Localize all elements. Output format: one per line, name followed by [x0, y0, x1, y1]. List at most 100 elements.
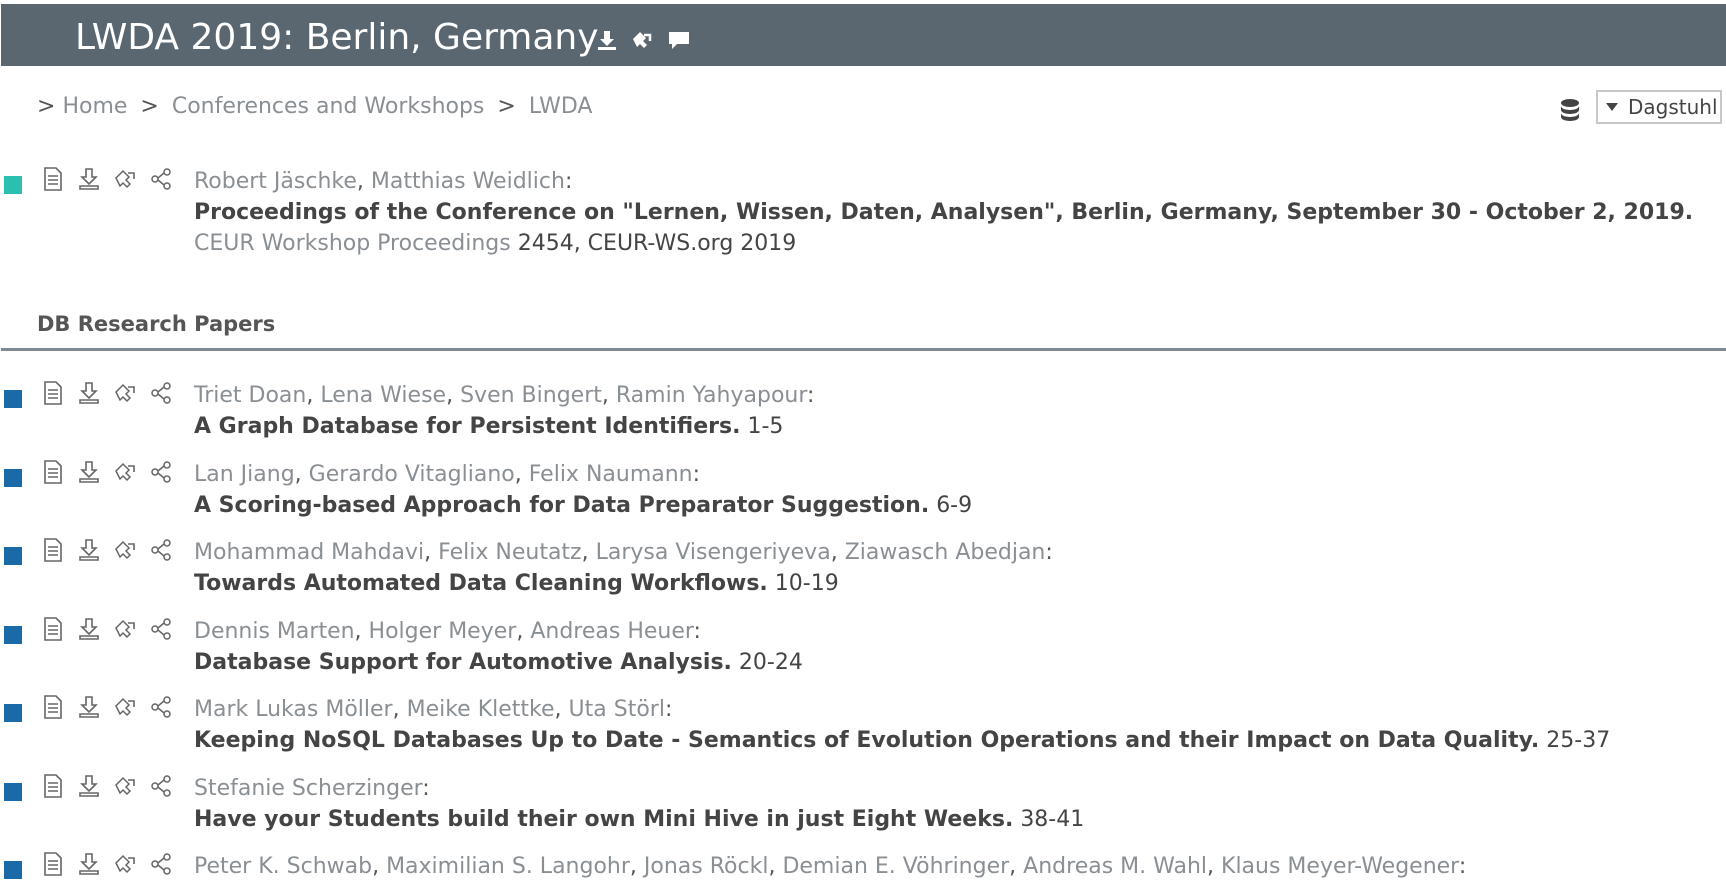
author-link[interactable]: Uta Störl [569, 697, 665, 722]
entry-content: Stefanie Scherzinger: Have your Students… [194, 773, 1696, 835]
document-icon[interactable] [41, 851, 65, 877]
entry-citation: Towards Automated Data Cleaning Workflow… [194, 568, 1696, 599]
mirror-select[interactable]: Dagstuhl [1596, 90, 1722, 124]
entry-pages: 10-19 [774, 571, 839, 596]
breadcrumb-home[interactable]: Home [62, 94, 127, 119]
share-icon[interactable] [149, 851, 173, 877]
entry-title: Have your Students build their own Mini … [194, 806, 1014, 832]
entry-authors: Robert Jäschke, Matthias Weidlich: [194, 169, 573, 194]
export-icon[interactable] [113, 537, 137, 563]
entry-authors: Triet Doan, Lena Wiese, Sven Bingert, Ra… [194, 383, 815, 408]
author-link[interactable]: Robert Jäschke [194, 169, 357, 194]
entry-content: Lan Jiang, Gerardo Vitagliano, Felix Nau… [194, 459, 1696, 521]
entry-title: A Scoring-based Approach for Data Prepar… [194, 492, 930, 518]
entry-pages: 20-24 [738, 649, 803, 675]
export-icon[interactable] [113, 380, 137, 406]
header-icons [593, 28, 693, 52]
section-title: DB Research Papers [37, 312, 276, 336]
entry-citation: A Scoring-based Approach for Data Prepar… [194, 490, 1696, 521]
export-icon[interactable] [113, 694, 137, 720]
share-icon[interactable] [149, 537, 173, 563]
download-icon[interactable] [77, 773, 101, 799]
author-link[interactable]: Maximilian S. Langohr [386, 854, 630, 879]
export-icon[interactable] [113, 616, 137, 642]
entry-authors: Peter K. Schwab, Maximilian S. Langohr, … [194, 854, 1467, 879]
share-icon[interactable] [149, 459, 173, 485]
author-link[interactable]: Jonas Röckl [644, 854, 769, 879]
download-icon[interactable] [77, 616, 101, 642]
entry-content: Dennis Marten, Holger Meyer, Andreas Heu… [194, 616, 1696, 678]
entry-citation: A Graph Database for Persistent Identifi… [194, 411, 1696, 442]
download-icon[interactable] [77, 537, 101, 563]
entry-pages: 1-5 [747, 414, 784, 439]
author-link[interactable]: Felix Naumann [529, 462, 693, 487]
author-link[interactable]: Peter K. Schwab [194, 854, 372, 879]
share-icon[interactable] [149, 773, 173, 799]
author-link[interactable]: Triet Doan [194, 383, 306, 408]
export-icon[interactable] [113, 459, 137, 485]
document-icon[interactable] [41, 694, 65, 720]
database-icon[interactable] [1559, 98, 1581, 126]
author-link[interactable]: Demian E. Vöhringer [782, 854, 1009, 879]
entry-pages: 38-41 [1020, 806, 1085, 832]
proceedings-marker [4, 176, 22, 194]
bibtex-icon[interactable] [629, 28, 657, 52]
author-link[interactable]: Larysa Visengeriyeva [596, 540, 831, 565]
download-icon[interactable] [77, 459, 101, 485]
author-link[interactable]: Ziawasch Abedjan [845, 540, 1046, 565]
author-link[interactable]: Stefanie Scherzinger [194, 776, 422, 801]
author-link[interactable]: Gerardo Vitagliano [309, 462, 515, 487]
entry-content: Peter K. Schwab, Maximilian S. Langohr, … [194, 851, 1696, 882]
author-link[interactable]: Ramin Yahyapour [616, 383, 807, 408]
author-link[interactable]: Meike Klettke [407, 697, 555, 722]
author-link[interactable]: Holger Meyer [369, 619, 517, 644]
document-icon[interactable] [41, 537, 65, 563]
entry-actions [41, 694, 173, 720]
author-link[interactable]: Klaus Meyer-Wegener [1221, 854, 1459, 879]
author-link[interactable]: Mohammad Mahdavi [194, 540, 424, 565]
document-icon[interactable] [41, 166, 65, 192]
author-link[interactable]: Matthias Weidlich [371, 169, 565, 194]
author-link[interactable]: Lena Wiese [320, 383, 446, 408]
download-icon[interactable] [77, 694, 101, 720]
share-icon[interactable] [149, 380, 173, 406]
entry-authors: Stefanie Scherzinger: [194, 775, 430, 801]
document-icon[interactable] [41, 380, 65, 406]
entry-authors: Dennis Marten, Holger Meyer, Andreas Heu… [194, 618, 701, 644]
paper-marker [4, 704, 22, 722]
share-icon[interactable] [149, 166, 173, 192]
download-icon[interactable] [77, 380, 101, 406]
venue-link[interactable]: CEUR Workshop Proceedings [194, 231, 511, 256]
author-link[interactable]: Andreas M. Wahl [1023, 854, 1207, 879]
entry-actions [41, 616, 173, 642]
author-link[interactable]: Mark Lukas Möller [194, 697, 393, 722]
volume-info: 2454, CEUR-WS.org 2019 [517, 231, 797, 256]
entry-authors: Lan Jiang, Gerardo Vitagliano, Felix Nau… [194, 461, 701, 487]
entry-content: Robert Jäschke, Matthias Weidlich: Proce… [194, 166, 1696, 259]
entry-pages: 25-37 [1546, 728, 1611, 753]
document-icon[interactable] [41, 616, 65, 642]
mirror-label: Dagstuhl [1628, 95, 1718, 119]
author-link[interactable]: Sven Bingert [460, 383, 602, 408]
breadcrumb-prefix: > [37, 94, 56, 119]
breadcrumb-conferences[interactable]: Conferences and Workshops [172, 94, 485, 119]
download-icon[interactable] [77, 851, 101, 877]
breadcrumb-lwda[interactable]: LWDA [529, 94, 593, 119]
download-icon[interactable] [77, 166, 101, 192]
document-icon[interactable] [41, 773, 65, 799]
document-icon[interactable] [41, 459, 65, 485]
author-link[interactable]: Felix Neutatz [438, 540, 581, 565]
entry-content: Mark Lukas Möller, Meike Klettke, Uta St… [194, 694, 1696, 756]
export-icon[interactable] [113, 773, 137, 799]
author-link[interactable]: Dennis Marten [194, 619, 355, 644]
author-link[interactable]: Lan Jiang [194, 462, 295, 487]
download-icon[interactable] [593, 28, 621, 52]
share-icon[interactable] [149, 616, 173, 642]
share-icon[interactable] [149, 694, 173, 720]
export-icon[interactable] [113, 166, 137, 192]
author-link[interactable]: Andreas Heuer [530, 619, 693, 644]
export-icon[interactable] [113, 851, 137, 877]
entry-pages: 6-9 [936, 492, 973, 518]
entry-title: Database Support for Automotive Analysis… [194, 649, 732, 675]
comment-icon[interactable] [665, 28, 693, 52]
